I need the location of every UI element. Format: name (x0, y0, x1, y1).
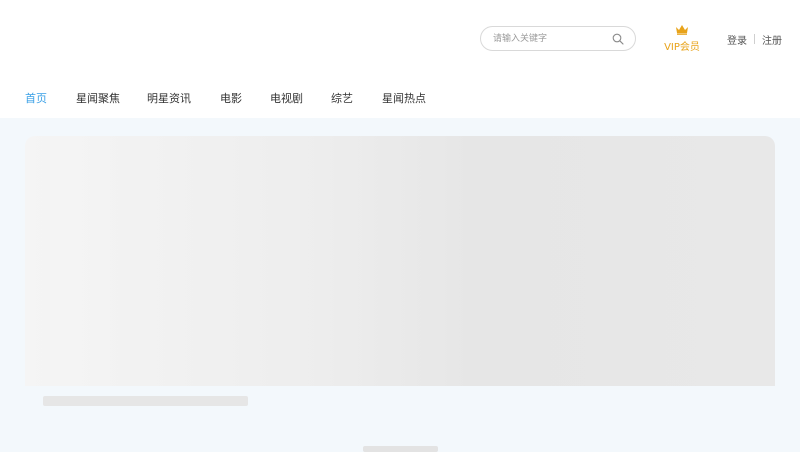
nav-item-star-focus[interactable]: 星闻聚焦 (76, 90, 120, 106)
nav-item-tv-series[interactable]: 电视剧 (270, 90, 303, 106)
search-input[interactable] (493, 30, 605, 47)
vip-label: VIP会员 (664, 42, 700, 53)
login-link[interactable]: 登录 (727, 32, 747, 47)
nav-item-home[interactable]: 首页 (25, 90, 47, 106)
nav-item-variety[interactable]: 综艺 (331, 90, 353, 106)
nav-item-hot-news[interactable]: 星闻热点 (382, 90, 426, 106)
nav-item-movies[interactable]: 电影 (220, 90, 242, 106)
banner-carousel-placeholder[interactable] (25, 136, 775, 386)
search-box[interactable] (480, 26, 636, 51)
auth-divider (754, 34, 755, 44)
auth-links: 登录 注册 (727, 32, 782, 47)
site-header: VIP会员 登录 注册 首页 星闻聚焦 明星资讯 电影 电视剧 综艺 星闻热点 (0, 0, 800, 118)
vip-member-link[interactable]: VIP会员 (664, 24, 700, 54)
banner-caption-placeholder (43, 396, 248, 406)
content-loading-placeholder (363, 446, 438, 452)
search-icon[interactable] (612, 33, 624, 45)
nav-item-star-news[interactable]: 明星资讯 (147, 90, 191, 106)
register-link[interactable]: 注册 (762, 32, 782, 47)
crown-icon (676, 25, 688, 35)
